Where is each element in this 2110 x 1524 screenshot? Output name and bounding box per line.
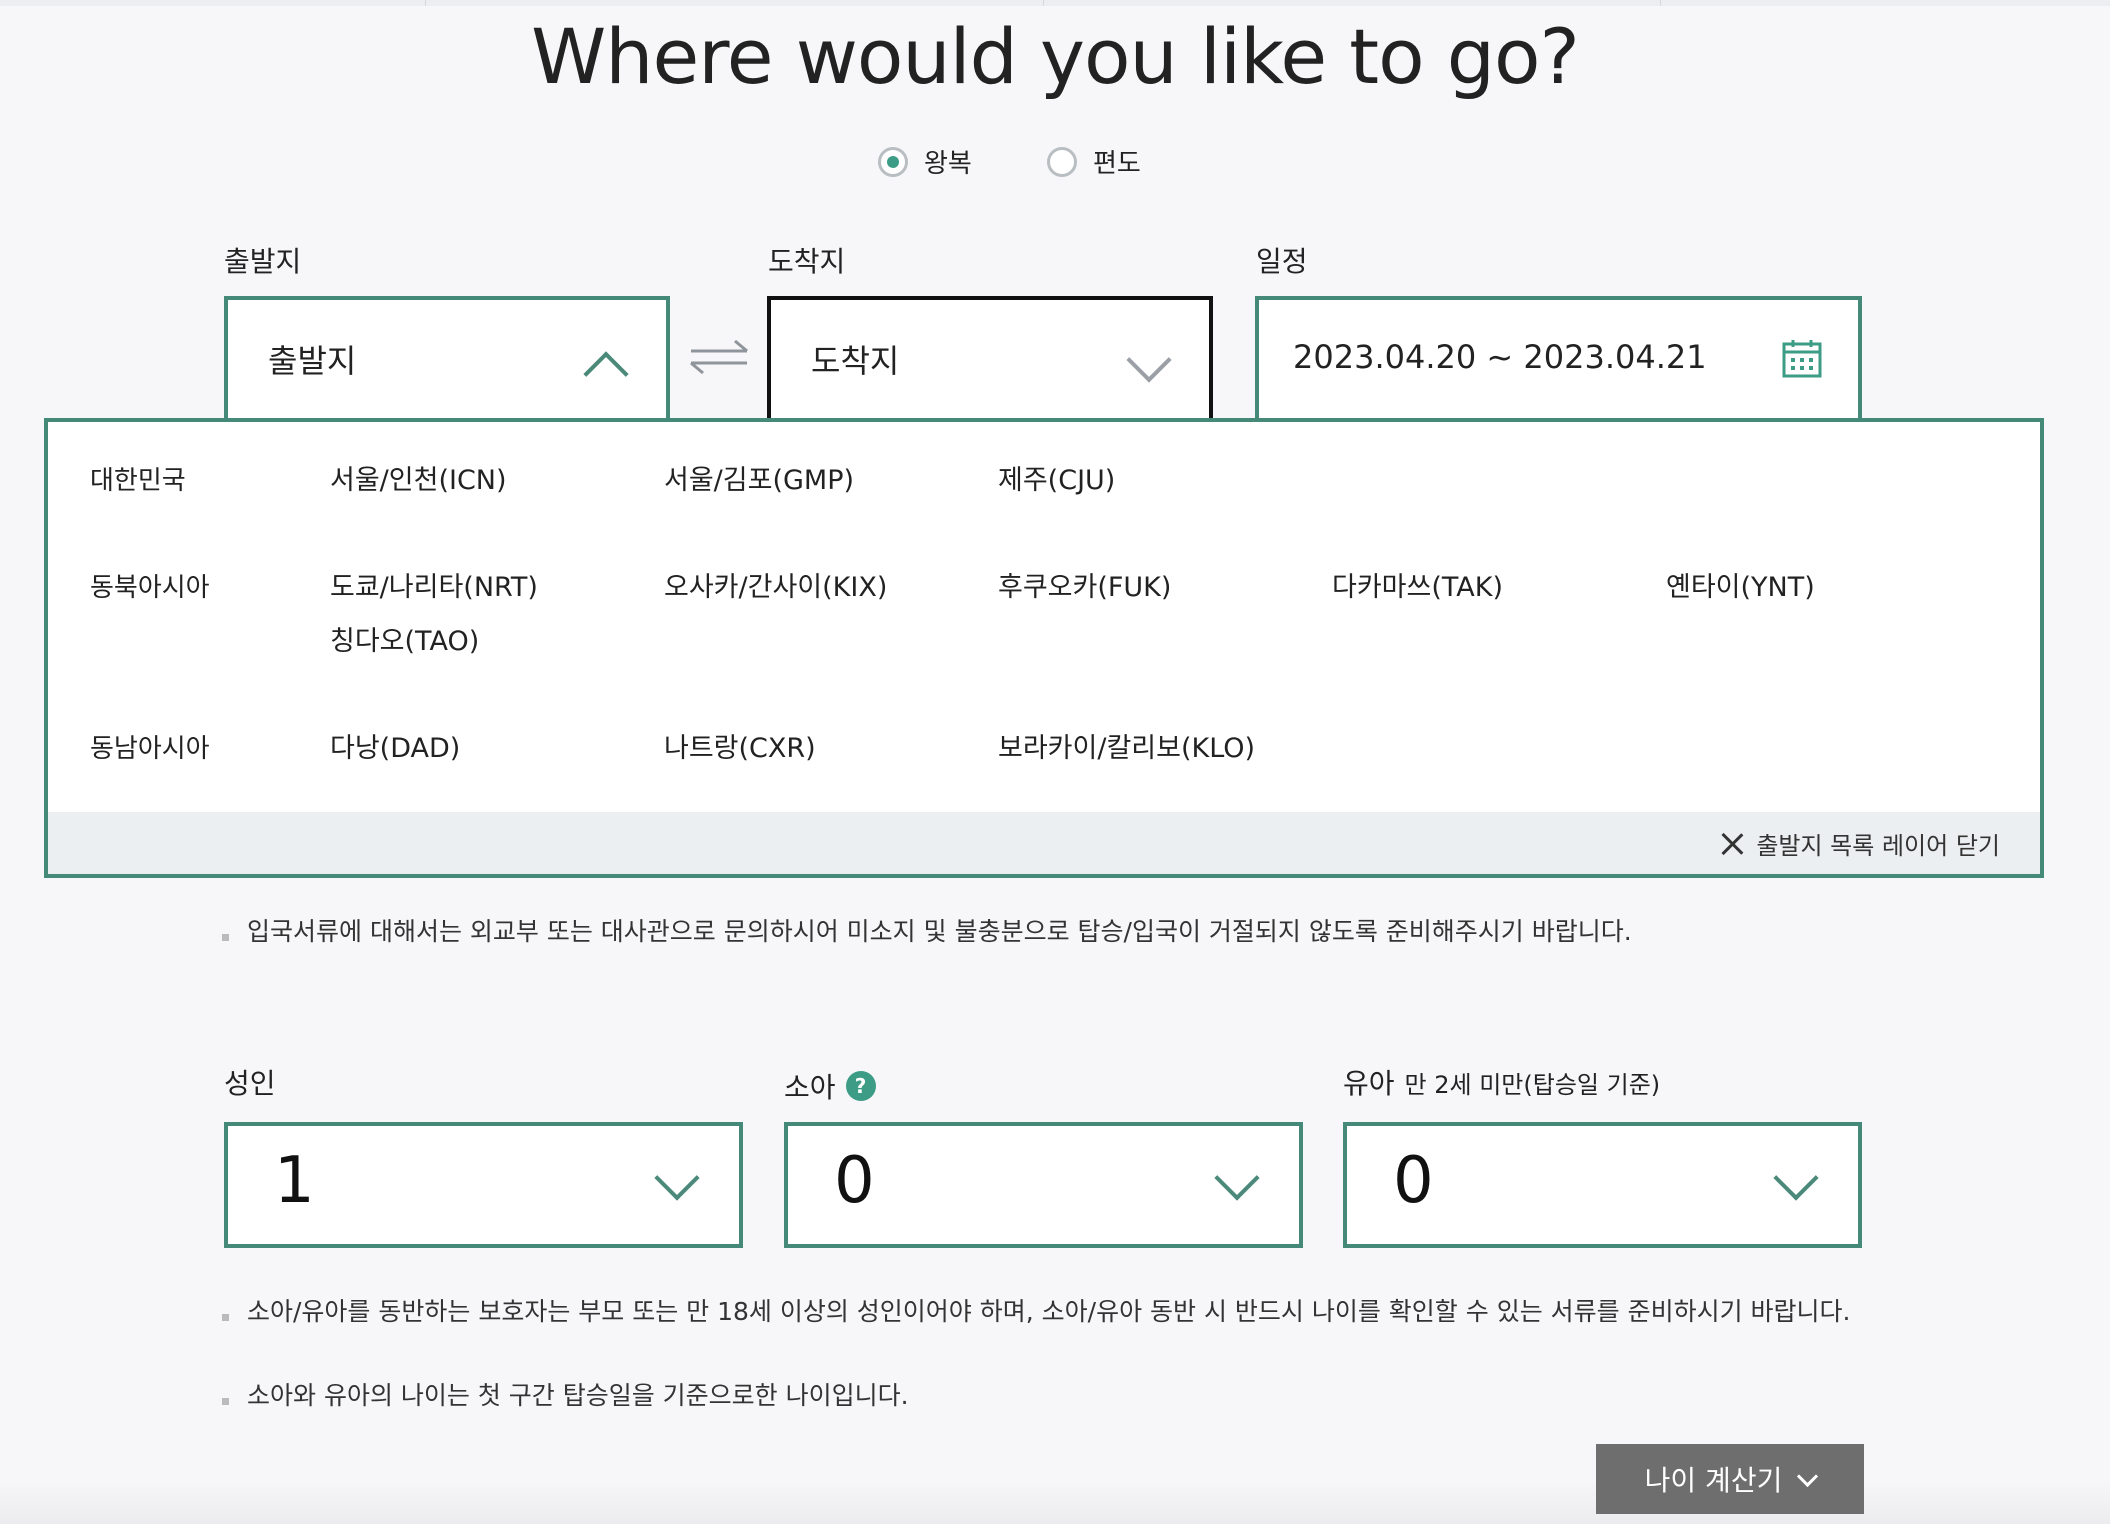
notice-entry-text: 입국서류에 대해서는 외교부 또는 대사관으로 문의하시어 미소지 및 불충분으… [247,917,1632,946]
infant-label: 유아 만 2세 미만(탑승일 기준) [1343,1062,1660,1102]
chevron-down-icon [1797,1465,1819,1487]
city-option[interactable]: 후쿠오카(FUK) [998,565,1171,604]
city-option[interactable]: 다카마쓰(TAK) [1332,565,1503,604]
infant-label-text: 유아 [1343,1067,1395,1100]
bullet-icon [222,1398,229,1405]
bullet-icon [222,1314,229,1321]
age-calculator-button[interactable]: 나이 계산기 [1596,1444,1864,1514]
schedule-value: 2023.04.20 ~ 2023.04.21 [1293,338,1707,376]
schedule-field[interactable]: 2023.04.20 ~ 2023.04.21 [1255,296,1862,418]
region-label: 대한민국 [90,466,186,496]
notice-guardian-text: 소아/유아를 동반하는 보호자는 부모 또는 만 18세 이상의 성인이어야 하… [247,1297,1851,1326]
layer-footer: 출발지 목록 레이어 닫기 [48,812,2040,874]
schedule-label: 일정 [1256,245,1308,278]
arrival-select-value: 도착지 [811,342,900,380]
swap-arrows-icon[interactable] [689,337,749,377]
child-label-text: 소아 [784,1071,836,1104]
arrival-select[interactable]: 도착지 [767,296,1213,418]
city-option[interactable]: 서울/김포(GMP) [664,458,854,497]
infant-age-note: 만 2세 미만(탑승일 기준) [1404,1070,1661,1099]
city-option[interactable]: 서울/인천(ICN) [330,458,507,497]
radio-round-trip-label: 왕복 [924,149,972,179]
top-strip-divider [1660,0,1661,6]
notice-age-basis-text: 소아와 유아의 나이는 첫 구간 탑승일을 기준으로한 나이입니다. [247,1381,909,1410]
radio-one-way[interactable]: 편도 [1047,143,1141,180]
bullet-icon [222,934,229,941]
arrival-label: 도착지 [768,245,846,278]
help-icon[interactable]: ? [845,1071,876,1101]
city-option[interactable]: 칭다오(TAO) [330,619,479,658]
close-layer-label: 출발지 목록 레이어 닫기 [1756,832,2000,860]
radio-unselected-icon [1047,146,1077,177]
chevron-up-icon [583,351,629,397]
departure-select-value: 출발지 [268,342,357,380]
child-count-select[interactable]: 0 [784,1122,1303,1248]
infant-count-value: 0 [1393,1144,1434,1218]
city-option[interactable]: 보라카이/칼리보(KLO) [998,726,1255,765]
adult-label: 성인 [224,1062,276,1102]
departure-list-layer: 대한민국 서울/인천(ICN) 서울/김포(GMP) 제주(CJU) 동북아시아… [44,418,2044,878]
city-option[interactable]: 옌타이(YNT) [1666,565,1815,604]
region-label: 동남아시아 [90,734,210,764]
adult-label-text: 성인 [224,1067,276,1100]
city-option[interactable]: 다낭(DAD) [330,726,460,765]
infant-count-select[interactable]: 0 [1343,1122,1862,1248]
top-strip [0,0,2110,6]
region-label: 동북아시아 [90,573,210,603]
departure-label: 출발지 [224,245,302,278]
close-layer-button[interactable]: 출발지 목록 레이어 닫기 [1718,826,2000,861]
page-title: Where would you like to go? [531,12,1580,101]
notice-entry: 입국서류에 대해서는 외교부 또는 대사관으로 문의하시어 미소지 및 불충분으… [222,914,1922,950]
chevron-down-icon [1773,1155,1819,1201]
chevron-down-icon [1126,337,1172,383]
departure-select[interactable]: 출발지 [224,296,670,418]
child-count-value: 0 [834,1144,875,1218]
city-option[interactable]: 오사카/간사이(KIX) [664,565,887,604]
city-option[interactable]: 제주(CJU) [998,458,1115,497]
adult-count-select[interactable]: 1 [224,1122,743,1248]
radio-round-trip[interactable]: 왕복 [878,143,972,180]
age-calculator-label: 나이 계산기 [1644,1464,1783,1497]
radio-one-way-label: 편도 [1093,149,1141,179]
calendar-icon[interactable] [1782,338,1822,378]
top-strip-divider [425,0,426,6]
city-option[interactable]: 도쿄/나리타(NRT) [330,565,538,604]
child-label: 소아 ? [784,1066,876,1106]
chevron-down-icon [654,1155,700,1201]
notice-age-basis: 소아와 유아의 나이는 첫 구간 탑승일을 기준으로한 나이입니다. [222,1378,1872,1414]
chevron-down-icon [1214,1155,1260,1201]
notice-guardian: 소아/유아를 동반하는 보호자는 부모 또는 만 18세 이상의 성인이어야 하… [222,1294,1872,1330]
adult-count-value: 1 [274,1144,315,1218]
top-strip-divider [1043,0,1044,6]
radio-selected-icon [878,146,908,177]
close-icon [1718,830,1746,858]
city-option[interactable]: 나트랑(CXR) [664,726,816,765]
